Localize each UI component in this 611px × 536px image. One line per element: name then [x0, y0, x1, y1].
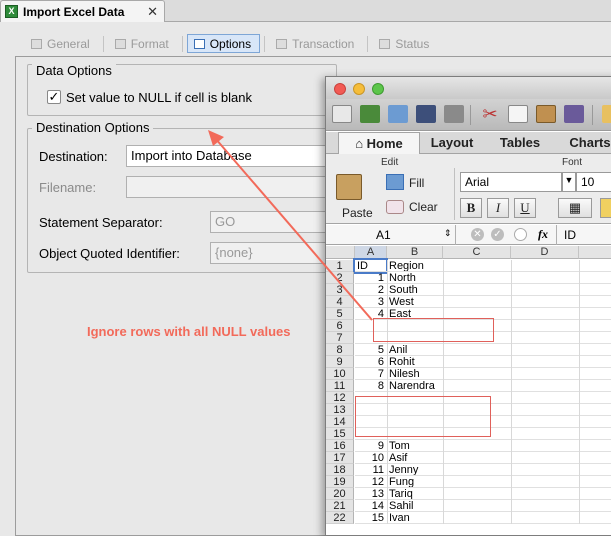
annotation-text: Ignore rows with all NULL values [87, 324, 291, 339]
arrow-line [214, 137, 373, 321]
annotation-arrow [208, 130, 373, 321]
arrow-head [208, 130, 224, 146]
